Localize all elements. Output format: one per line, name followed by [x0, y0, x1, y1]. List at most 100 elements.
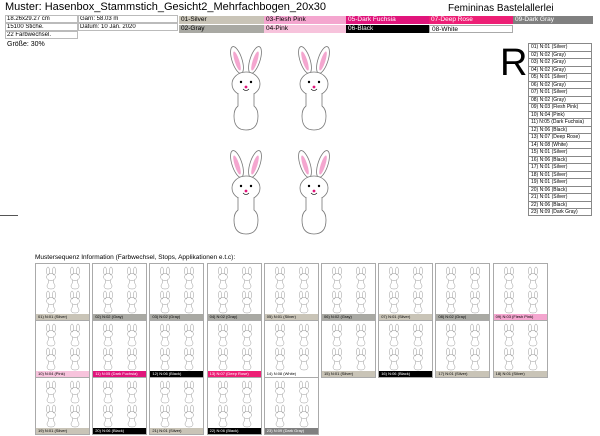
thumbnail-image — [208, 322, 260, 371]
sequence-thumbnail: 07) N:01 (Silver) — [378, 263, 434, 321]
thumbnail-label: 21) N:01 (Silver) — [150, 428, 204, 434]
date-cell: Datum: 10 Jan. 2020 — [78, 23, 178, 31]
sequence-row: 03) N:02 (Gray) — [528, 58, 592, 66]
stitches-cell: 15100 Stiche. — [5, 23, 78, 31]
sequence-thumbnail: 13) N:07 (Deep Rose) — [206, 320, 262, 378]
thumbnail-label: 19) N:01 (Silver) — [36, 428, 89, 434]
color-changes-cell: 22 Farbwechsel. — [5, 31, 78, 39]
sequence-row: 23) N:09 (Dark Gray) — [528, 208, 592, 216]
thumbnail-image — [380, 265, 432, 314]
thumbnail-bunnies — [103, 266, 137, 314]
design-preview — [227, 46, 333, 235]
sequence-row: 10) N:04 (Pink) — [528, 110, 592, 118]
sequence-row: 07) N:01 (Silver) — [528, 88, 592, 96]
thumbnail-bunnies — [332, 323, 366, 371]
thumbnail-image — [265, 265, 317, 314]
thumbnail-image — [151, 379, 203, 428]
sequence-thumbnail: 01) N:01 (Silver) — [35, 263, 90, 321]
sequence-thumbnail: 06) N:02 (Gray) — [321, 263, 376, 321]
thumbnail-bunnies — [103, 380, 137, 428]
thumbnail-bunnies — [160, 323, 195, 371]
sequence-thumbnail: 10) N:04 (Pink) — [35, 320, 90, 378]
thumbnail-bunnies — [217, 380, 252, 428]
thumbnail-label: 23) N:09 (Dark Gray) — [264, 428, 318, 434]
thumbnail-label: 17) N:01 (Silver) — [436, 371, 490, 377]
thumbnail-image — [208, 265, 260, 314]
sequence-thumbnail: 23) N:09 (Dark Gray) — [263, 377, 319, 435]
thumbnail-image — [94, 322, 146, 371]
color-swatch: 06-Black — [346, 25, 429, 33]
thumbnail-image — [37, 379, 88, 428]
sequence-thumbnail: 18) N:01 (Silver) — [492, 320, 548, 378]
sequence-thumbnail: 16) N:06 (Black) — [378, 320, 434, 378]
sequence-thumbnail: 15) N:01 (Silver) — [321, 320, 376, 378]
thumbnail-bunnies — [446, 323, 481, 371]
thumbnail-image — [151, 322, 203, 371]
color-swatch: 01-Silver — [179, 16, 264, 24]
thumbnail-bunnies — [46, 266, 80, 314]
thumbnail-image — [151, 265, 203, 314]
color-swatch: 04-Pink — [264, 25, 346, 33]
sequence-row: 21) N:01 (Silver) — [528, 193, 592, 201]
scale-label: Größe: 30% — [7, 41, 45, 48]
sequence-row: 16) N:06 (Black) — [528, 155, 592, 163]
brand-name: Femininas Bastelallerlei — [448, 3, 554, 14]
thumbnail-bunnies — [160, 266, 195, 314]
color-swatch: 05-Dark Fuchsia — [346, 16, 429, 24]
thumbnail-image — [437, 265, 489, 314]
thumbnail-bunnies — [503, 323, 538, 371]
thumbnail-image — [437, 322, 489, 371]
thumbnail-label: 16) N:06 (Black) — [379, 371, 433, 377]
thumbnail-image — [494, 322, 546, 371]
sequence-thumbnail: 19) N:01 (Silver) — [35, 377, 90, 435]
thumbnail-label: 18) N:01 (Silver) — [493, 371, 547, 377]
thumbnail-bunnies — [46, 380, 80, 428]
sequence-row: 11) N:05 (Dark Fuchsia) — [528, 118, 592, 126]
sequence-row: 13) N:07 (Deep Rose) — [528, 133, 592, 141]
thumbnail-bunnies — [332, 266, 366, 314]
thumbnail-bunnies — [217, 266, 252, 314]
thumbnail-image — [323, 265, 374, 314]
thumbnail-bunnies — [275, 323, 309, 371]
sequence-thumbnail: 11) N:05 (Dark Fuchsia) — [92, 320, 148, 378]
color-swatch: 03-Flesh Pink — [264, 16, 346, 24]
sequence-row: 02) N:02 (Gray) — [528, 50, 592, 58]
thumbnail-image — [94, 379, 146, 428]
thumbnail-image — [37, 265, 88, 314]
sequence-row: 06) N:02 (Gray) — [528, 80, 592, 88]
thumbnail-image — [380, 322, 432, 371]
sequence-thumbnail: 08) N:02 (Gray) — [435, 263, 491, 321]
sequence-thumbnail: 21) N:01 (Silver) — [149, 377, 205, 435]
thumbnail-label: 15) N:01 (Silver) — [322, 371, 375, 377]
divider-line — [0, 215, 18, 216]
thumbnail-bunnies — [46, 323, 80, 371]
sequence-row: 08) N:02 (Gray) — [528, 95, 592, 103]
sequence-thumbnail: 03) N:02 (Gray) — [149, 263, 205, 321]
sequence-row: 14) N:08 (White) — [528, 140, 592, 148]
sequence-thumbnail: 12) N:06 (Black) — [149, 320, 205, 378]
thumbnail-image — [494, 265, 546, 314]
sequence-row: 17) N:01 (Silver) — [528, 163, 592, 171]
garn-cell: Garn: 58.03 m — [78, 15, 178, 23]
sequence-row: 04) N:02 (Gray) — [528, 65, 592, 73]
thumbnail-bunnies — [103, 323, 137, 371]
sequence-row: 22) N:06 (Black) — [528, 200, 592, 208]
sequence-thumbnail: 09) N:03 (Flesh Pink) — [492, 263, 548, 321]
sequence-thumbnail: 22) N:06 (Black) — [206, 377, 262, 435]
sequence-row: 15) N:01 (Silver) — [528, 148, 592, 156]
size-cell: 18.26x29.27 cm — [5, 15, 78, 23]
sequence-row: 12) N:06 (Black) — [528, 125, 592, 133]
color-swatch: 08-White — [429, 25, 513, 33]
color-swatch: 09-Dark Gray — [513, 16, 593, 24]
sequence-row: 09) N:03 (Flesh Pink) — [528, 103, 592, 111]
color-swatch: 07-Deep Rose — [429, 16, 513, 24]
pattern-title: Muster: Hasenbox_Stammstich_Gesicht2_Meh… — [5, 1, 327, 13]
sequence-row: 05) N:01 (Silver) — [528, 73, 592, 81]
sequence-thumbnail: 02) N:02 (Gray) — [92, 263, 148, 321]
thumbnail-image — [265, 322, 317, 371]
sequence-thumbnail: 05) N:01 (Silver) — [263, 263, 319, 321]
sequence-row: 20) N:06 (Black) — [528, 185, 592, 193]
thumbnail-bunnies — [217, 323, 252, 371]
thumbnail-label: 22) N:06 (Black) — [207, 428, 261, 434]
thumbnail-label: 20) N:06 (Black) — [93, 428, 147, 434]
